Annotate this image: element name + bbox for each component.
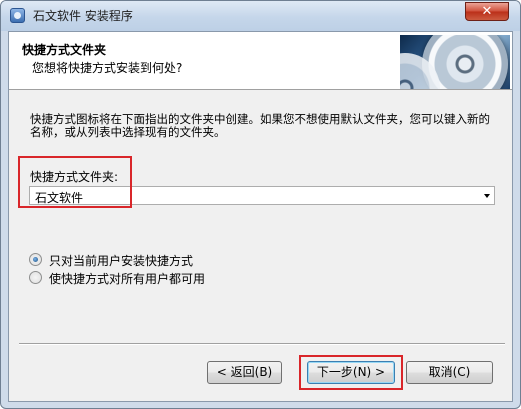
radio-unselected-icon[interactable] (29, 271, 42, 284)
radio-selected-icon[interactable] (29, 253, 42, 266)
title-bar[interactable]: 石文软件 安装程序 ✕ (1, 1, 520, 31)
cd-disc-banner-image (400, 35, 510, 89)
instructions-text: 快捷方式图标将在下面指出的文件夹中创建。如果您不想使用默认文件夹，您可以键入新的… (30, 112, 490, 139)
option-all-users-label[interactable]: 使快捷方式对所有用户都可用 (49, 270, 205, 287)
wizard-body: 快捷方式文件夹 您想将快捷方式安装到何处? 快捷方式图标将在下面指出的文件夹中创… (8, 31, 513, 402)
installer-window: 石文软件 安装程序 ✕ 快捷方式文件夹 您想将快捷方式安装到何处? 快捷方式图标… (0, 0, 521, 409)
footer-divider (19, 343, 505, 345)
chevron-down-icon[interactable] (484, 194, 490, 198)
wizard-header: 快捷方式文件夹 您想将快捷方式安装到何处? (9, 32, 512, 90)
close-button[interactable]: ✕ (465, 2, 509, 21)
page-subtitle: 您想将快捷方式安装到何处? (32, 61, 183, 75)
window-title: 石文软件 安装程序 (33, 9, 133, 23)
cancel-button[interactable]: 取消(C) (406, 361, 493, 384)
highlight-box-folder (18, 156, 132, 208)
back-button[interactable]: < 返回(B) (207, 361, 282, 384)
option-current-user-label[interactable]: 只对当前用户安装快捷方式 (49, 252, 193, 269)
highlight-box-next (299, 355, 403, 390)
page-title: 快捷方式文件夹 (22, 43, 107, 57)
installer-app-icon (10, 8, 25, 23)
